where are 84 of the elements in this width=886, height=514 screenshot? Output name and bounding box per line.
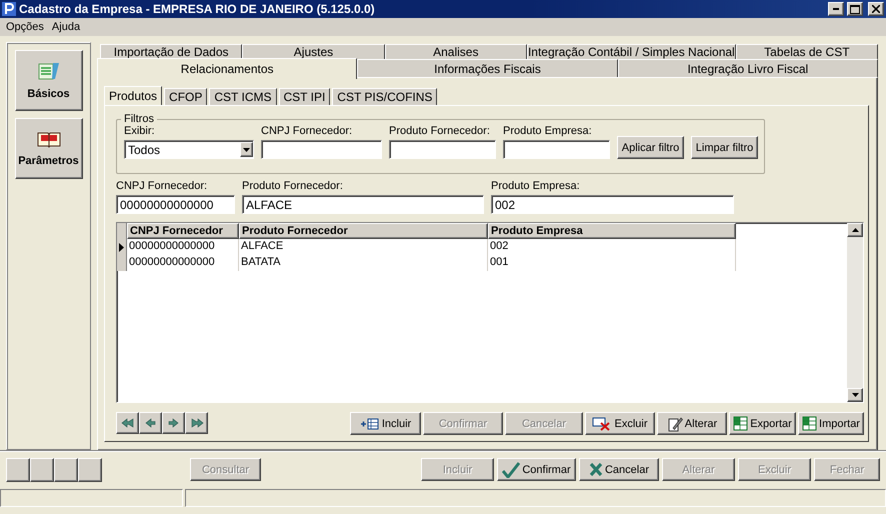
grid-row[interactable]: 00000000000000 ALFACE 002 — [117, 239, 847, 255]
table-cell: 001 — [488, 255, 736, 271]
field-label: CNPJ Fornecedor: — [116, 180, 208, 192]
column-header[interactable]: Produto Empresa — [488, 223, 736, 239]
tab[interactable]: CST ICMS — [209, 88, 276, 105]
spreadsheet-icon — [802, 416, 818, 431]
maximize-button[interactable] — [847, 2, 863, 16]
dropdown-arrow-icon — [243, 148, 250, 152]
side-button[interactable]: Parâmetros — [14, 118, 82, 179]
tab[interactable]: CST PIS/COFINS — [332, 88, 438, 105]
check-icon — [502, 462, 520, 478]
navigation-button[interactable] — [185, 412, 208, 434]
delete-row-icon — [592, 416, 612, 430]
filter-button[interactable]: Aplicar filtro — [617, 136, 684, 159]
minimize-icon — [833, 8, 839, 10]
arrow-left-icon — [120, 417, 136, 429]
blank-button[interactable] — [30, 458, 54, 482]
close-button[interactable] — [868, 2, 884, 16]
field-label: Produto Fornecedor: — [242, 180, 344, 192]
maximize-icon — [850, 4, 860, 14]
table-cell: 00000000000000 — [127, 255, 239, 271]
input-field[interactable]: 00000000000000 — [116, 195, 235, 214]
tab[interactable]: Ajustes — [242, 44, 385, 59]
grid-row[interactable]: 00000000000000 BATATA 001 — [117, 255, 847, 271]
notepad-icon — [38, 61, 60, 81]
row-pointer-icon — [119, 242, 124, 252]
action-button[interactable]: Excluir — [585, 412, 655, 435]
input-field[interactable]: 002 — [491, 195, 734, 214]
blank-button[interactable] — [78, 458, 102, 482]
tab[interactable]: Produtos — [104, 86, 162, 105]
menu-item[interactable]: Opções — [2, 21, 48, 33]
window-title: Cadastro da Empresa - EMPRESA RIO DE JANEIRO (5.125.0.0) — [19, 2, 376, 16]
column-header[interactable]: Produto Fornecedor — [239, 223, 488, 239]
scroll-up-icon — [852, 228, 858, 232]
action-button[interactable]: Cancelar — [579, 458, 659, 481]
navigation-button[interactable] — [139, 412, 162, 434]
tab[interactable]: Tabelas de CST — [736, 44, 878, 59]
arrow-right-icon — [188, 417, 204, 429]
navigation-button[interactable] — [116, 412, 139, 434]
table-cell: 002 — [488, 239, 736, 255]
menu-item[interactable]: Ajuda — [48, 21, 84, 33]
table-cell: ALFACE — [239, 239, 488, 255]
app-logo-icon — [2, 2, 16, 16]
tab[interactable]: Integração Livro Fiscal — [618, 59, 878, 77]
group-title: Filtros — [123, 113, 155, 125]
tab[interactable]: Informações Fiscais — [357, 59, 618, 77]
blank-button[interactable] — [6, 458, 30, 482]
action-button[interactable]: Confirmar — [497, 458, 576, 481]
minimize-button[interactable] — [828, 2, 844, 16]
table-cell: 00000000000000 — [127, 239, 239, 255]
input-field[interactable] — [503, 140, 610, 159]
column-header[interactable]: CNPJ Fornecedor — [127, 223, 239, 239]
blank-button[interactable] — [54, 458, 78, 482]
table-cell: BATATA — [239, 255, 488, 271]
field-label: Produto Fornecedor: — [389, 125, 491, 137]
dropdown[interactable]: Todos — [124, 140, 254, 159]
scrollbar[interactable] — [847, 223, 863, 402]
field-label: CNPJ Fornecedor: — [261, 125, 354, 137]
tab[interactable]: Analises — [384, 44, 527, 59]
scroll-down-icon — [852, 393, 858, 397]
close-icon — [588, 462, 603, 477]
input-field[interactable] — [261, 140, 382, 159]
tab[interactable]: Relacionamentos — [97, 58, 358, 79]
tab[interactable]: Integração Contábil / Simples Nacional — [526, 44, 736, 59]
field-label: Exibir: — [124, 125, 156, 137]
tab[interactable]: CFOP — [164, 88, 208, 105]
field-label: Produto Empresa: — [503, 125, 593, 137]
edit-document-icon — [666, 416, 683, 432]
filter-button[interactable]: Limpar filtro — [691, 136, 758, 159]
navigation-button[interactable] — [162, 412, 185, 434]
tab[interactable]: Importação de Dados — [100, 44, 242, 59]
close-icon — [872, 5, 880, 13]
side-button[interactable]: Básicos — [14, 50, 82, 111]
action-button[interactable]: Incluir — [350, 412, 421, 435]
add-row-icon — [360, 418, 380, 430]
spreadsheet-icon — [733, 416, 748, 431]
input-field[interactable] — [389, 140, 496, 159]
field-label: Produto Empresa: — [491, 180, 581, 192]
action-button[interactable]: Importar — [798, 412, 864, 435]
action-button[interactable]: Alterar — [657, 412, 727, 435]
input-field[interactable]: ALFACE — [242, 195, 484, 214]
book-icon — [36, 130, 60, 148]
tab[interactable]: CST IPI — [278, 88, 330, 105]
action-button[interactable]: Exportar — [729, 412, 796, 435]
